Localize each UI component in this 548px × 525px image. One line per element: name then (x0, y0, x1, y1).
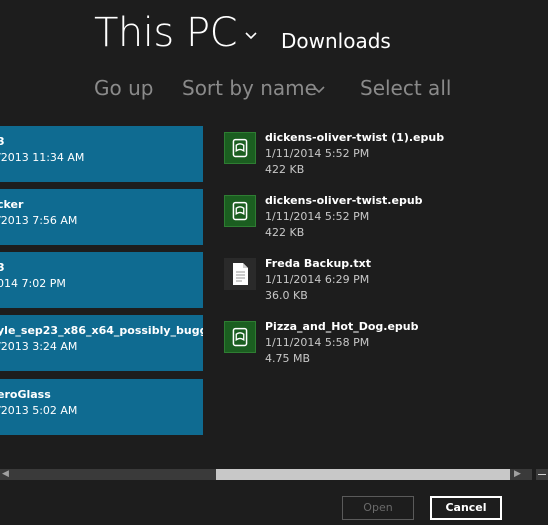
open-button[interactable]: Open (342, 496, 414, 520)
file-name: dickens-oliver-twist.epub (265, 194, 423, 207)
text-file-icon (224, 258, 256, 290)
tile-file-date: /2013 5:02 AM (0, 404, 78, 417)
selected-file-tile[interactable]: 3 014 7:02 PM (0, 252, 203, 308)
file-name: Pizza_and_Hot_Dog.epub (265, 320, 419, 333)
file-date: 1/11/2014 5:52 PM (265, 147, 370, 160)
location-title[interactable]: This PC (94, 8, 238, 58)
file-date: 1/11/2014 6:29 PM (265, 273, 370, 286)
file-date: 1/11/2014 5:52 PM (265, 210, 370, 223)
file-item[interactable]: dickens-oliver-twist (1).epub 1/11/2014 … (224, 126, 484, 182)
cancel-button[interactable]: Cancel (430, 496, 502, 520)
select-all-button[interactable]: Select all (360, 75, 451, 101)
file-item[interactable]: dickens-oliver-twist.epub 1/11/2014 5:52… (224, 189, 484, 245)
selected-file-tile[interactable]: 3 /2013 11:34 AM (0, 126, 203, 182)
file-size: 4.75 MB (265, 352, 311, 365)
epub-book-icon (224, 321, 256, 353)
file-item[interactable]: Freda Backup.txt 1/11/2014 6:29 PM 36.0 … (224, 252, 484, 308)
file-size: 422 KB (265, 226, 305, 239)
file-date: 1/11/2014 5:58 PM (265, 336, 370, 349)
tile-file-name: cker (0, 198, 24, 211)
epub-book-icon (224, 132, 256, 164)
selected-file-tile[interactable]: cker /2013 7:56 AM (0, 189, 203, 245)
file-picker: This PC Downloads Go up Sort by name Sel… (0, 0, 548, 525)
tile-file-name: yle_sep23_x86_x64_possibly_bugge... (0, 324, 203, 337)
selected-file-tile[interactable]: yle_sep23_x86_x64_possibly_bugge... /201… (0, 315, 203, 371)
tile-file-name: eroGlass (0, 388, 51, 401)
sort-dropdown[interactable]: Sort by name (182, 75, 317, 101)
tile-file-date: /2013 11:34 AM (0, 151, 85, 164)
tile-file-date: /2013 3:24 AM (0, 340, 78, 353)
scrollbar-thumb[interactable] (216, 469, 510, 480)
go-up-button[interactable]: Go up (94, 75, 153, 101)
tile-file-date: /2013 7:56 AM (0, 214, 78, 227)
file-size: 36.0 KB (265, 289, 308, 302)
tile-file-name: 3 (0, 261, 5, 274)
sort-chevron-down-icon[interactable] (312, 84, 326, 96)
file-name: Freda Backup.txt (265, 257, 371, 270)
file-size: 422 KB (265, 163, 305, 176)
current-folder-name: Downloads (281, 29, 391, 53)
location-chevron-down-icon[interactable] (244, 28, 258, 42)
scroll-right-arrow-icon[interactable]: ▶ (512, 469, 523, 480)
file-name: dickens-oliver-twist (1).epub (265, 131, 445, 144)
horizontal-scrollbar[interactable]: ◀ ▶ (0, 467, 548, 482)
file-item[interactable]: Pizza_and_Hot_Dog.epub 1/11/2014 5:58 PM… (224, 315, 484, 371)
scroll-left-arrow-icon[interactable]: ◀ (0, 469, 11, 480)
tile-file-date: 014 7:02 PM (0, 277, 66, 290)
selected-file-tile[interactable]: eroGlass /2013 5:02 AM (0, 379, 203, 435)
epub-book-icon (224, 195, 256, 227)
zoom-out-minus-icon[interactable] (536, 469, 548, 480)
tile-file-name: 3 (0, 135, 5, 148)
